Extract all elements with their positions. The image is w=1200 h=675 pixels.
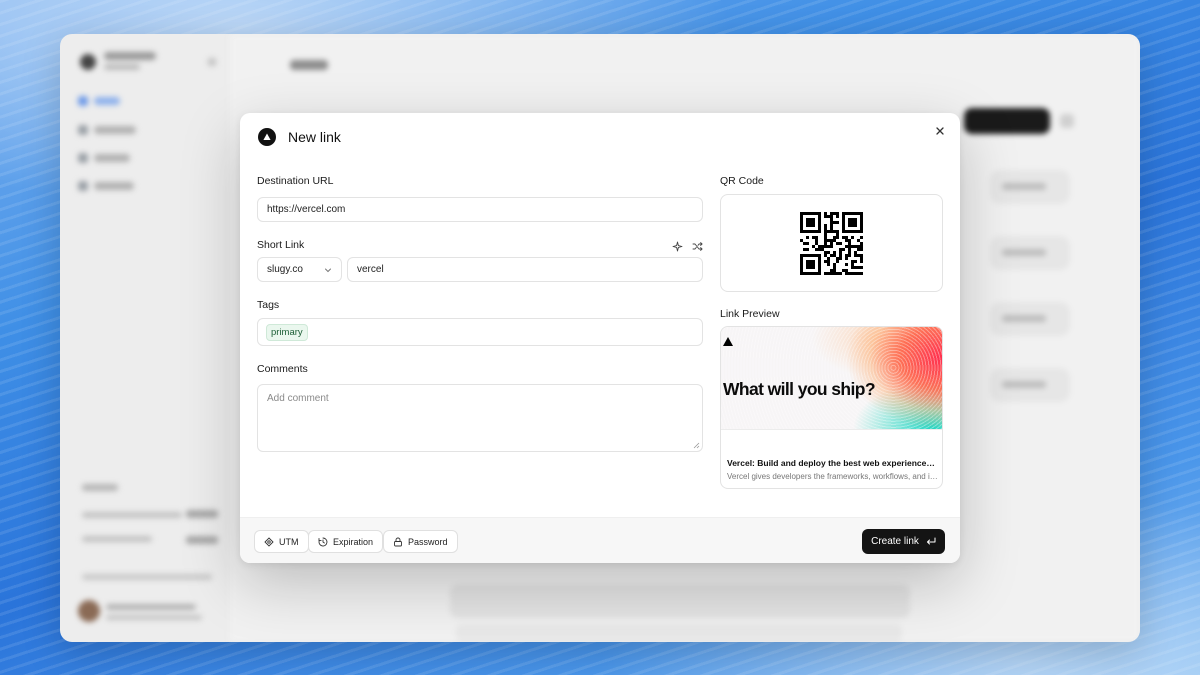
tags-input[interactable]: primary (257, 318, 703, 346)
sidebar (60, 34, 230, 642)
create-link-button[interactable]: Create link (862, 529, 945, 554)
enter-icon (926, 537, 936, 545)
preview-description: Vercel gives developers the frameworks, … (727, 472, 939, 481)
slug-input-wrapper (347, 257, 703, 282)
resize-handle-icon[interactable] (693, 442, 700, 449)
dialog-header: New link (258, 127, 341, 147)
clock-icon (318, 537, 328, 546)
avatar (78, 600, 100, 622)
close-icon[interactable] (932, 123, 948, 139)
preview-headline: What will you ship? (723, 379, 876, 399)
lock-icon (394, 537, 402, 546)
slug-input[interactable] (357, 264, 693, 275)
vercel-triangle-icon (723, 337, 733, 346)
dialog-title: New link (288, 129, 341, 145)
link-preview-label: Link Preview (720, 308, 780, 320)
preview-title: Vercel: Build and deploy the best web ex… (727, 458, 939, 468)
destination-url-input[interactable] (267, 204, 693, 215)
target-icon (264, 536, 274, 547)
expiration-button[interactable]: Expiration (308, 530, 384, 553)
comments-textarea[interactable] (267, 393, 693, 426)
destination-url-label: Destination URL (257, 175, 334, 187)
qr-code-image (800, 211, 863, 275)
domain-select[interactable]: slugy.co (257, 257, 342, 282)
preview-image: What will you ship? (721, 327, 942, 430)
link-preview-card: What will you ship? Vercel: Build and de… (720, 326, 943, 489)
short-link-label: Short Link (257, 239, 305, 251)
domain-select-value: slugy.co (267, 264, 303, 275)
dialog-footer: UTM Expiration Password Create link (240, 517, 960, 563)
comments-wrapper (257, 384, 703, 452)
tag-chip[interactable]: primary (266, 323, 308, 341)
utm-button[interactable]: UTM (254, 530, 309, 553)
password-button[interactable]: Password (383, 530, 458, 553)
qr-code-label: QR Code (720, 175, 764, 187)
chevron-down-icon (325, 268, 331, 272)
brand-logo-icon (258, 128, 276, 146)
qr-code-panel[interactable] (720, 194, 943, 292)
workspace-logo (80, 54, 96, 70)
tags-label: Tags (257, 299, 280, 311)
comments-label: Comments (257, 363, 308, 375)
destination-url-input-wrapper (257, 197, 703, 222)
new-link-dialog: New link Destination URL Short Link slug… (240, 113, 960, 563)
shuffle-icon[interactable] (691, 240, 703, 252)
sparkles-icon[interactable] (671, 240, 683, 252)
